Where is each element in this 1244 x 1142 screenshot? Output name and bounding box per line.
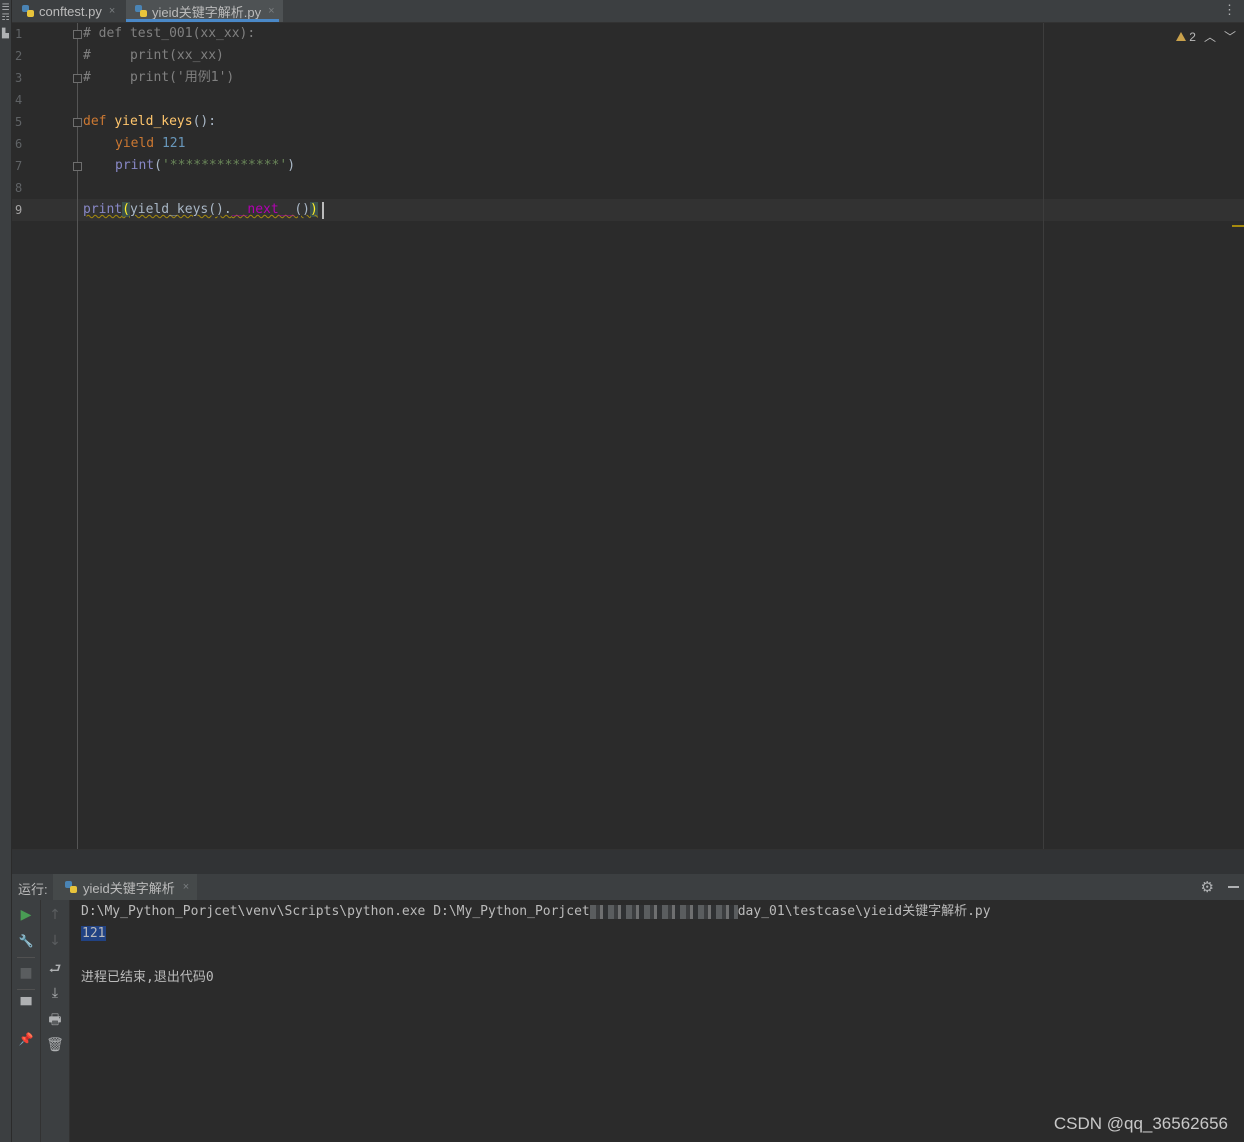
- redacted-path: [589, 904, 738, 919]
- warning-icon: [1176, 31, 1187, 41]
- line-number: 6: [15, 137, 23, 151]
- trash-icon[interactable]: 🗑: [41, 1037, 69, 1053]
- line-number-current: 9: [15, 203, 23, 217]
- run-toolbar-secondary: ↑ ↓ ⮐ ⤓ 🖶 🗑: [41, 900, 70, 1142]
- run-toolbar-primary: ▶ 🔧 ■ ▀ 📌: [12, 900, 41, 1142]
- line-number: 4: [15, 93, 23, 107]
- line-number: 3: [15, 71, 23, 85]
- code-line: # def test_001(xx_xx):: [83, 26, 256, 41]
- left-tool-strip: ☰ ☶ ▙: [0, 0, 12, 1142]
- fold-marker-icon[interactable]: [73, 30, 82, 39]
- number-literal: 121: [161, 136, 186, 151]
- more-tabs-icon[interactable]: ⋮: [1223, 2, 1236, 18]
- next-highlight-icon[interactable]: ﹀: [1224, 28, 1236, 45]
- code-line-current: print(yield_keys().__next__()): [83, 199, 318, 221]
- line-number: 7: [15, 159, 23, 173]
- down-arrow-icon[interactable]: ↓: [41, 933, 69, 949]
- pin-tab-icon[interactable]: 📌: [12, 1031, 40, 1047]
- active-tab-indicator: [126, 19, 279, 22]
- inspection-widget[interactable]: 2 ︿ ﹀: [1176, 28, 1236, 45]
- run-panel-title: 运行:: [18, 882, 48, 897]
- fold-marker-icon[interactable]: [73, 162, 82, 171]
- tab-conftest[interactable]: conftest.py ×: [22, 0, 115, 22]
- line-number: 8: [15, 181, 23, 195]
- code-text: yield_keys().: [129, 202, 232, 217]
- run-tab[interactable]: yieid关键字解析 ×: [53, 874, 198, 900]
- watermark: CSDN @qq_36562656: [1053, 1114, 1228, 1133]
- right-margin-guide: [1043, 23, 1044, 849]
- command-suffix: day_01\testcase\yieid关键字解析.py: [737, 904, 991, 919]
- tab-label: yieid关键字解析.py: [152, 4, 262, 20]
- code-line: def yield_keys():: [83, 111, 216, 133]
- warning-scroll-marker[interactable]: [1232, 225, 1244, 227]
- matched-paren: ): [310, 202, 318, 217]
- toolbar-divider: [17, 989, 35, 990]
- run-console[interactable]: [70, 900, 1244, 1142]
- text-caret: [322, 202, 324, 219]
- run-tab-label: yieid关键字解析: [83, 880, 175, 896]
- builtin-call: print: [115, 158, 155, 173]
- gutter-divider: [77, 23, 78, 849]
- line-number: 2: [15, 49, 23, 63]
- gear-icon[interactable]: ⚙: [1201, 878, 1214, 896]
- console-output-line: 121: [81, 923, 107, 945]
- rerun-icon[interactable]: ▶: [12, 907, 40, 923]
- stop-icon[interactable]: ■: [12, 965, 40, 981]
- magic-method: __next__: [231, 202, 295, 217]
- code-line: # print(xx_xx): [83, 48, 224, 63]
- code-editor[interactable]: [12, 23, 1244, 849]
- code-line: # print('用例1'): [83, 70, 235, 85]
- matched-paren: (: [122, 202, 130, 217]
- python-file-icon: [22, 5, 34, 17]
- keyword: def: [83, 114, 115, 129]
- console-exit-message: 进程已结束,退出代码0: [81, 970, 214, 985]
- console-command-line: D:\My_Python_Porjcet\venv\Scripts\python…: [81, 901, 991, 923]
- builtin-call: print: [83, 202, 123, 217]
- code-punct: (: [154, 158, 162, 173]
- line-number: 5: [15, 115, 23, 129]
- scroll-to-end-icon[interactable]: ⤓: [41, 985, 69, 1001]
- folder-icon[interactable]: ▙: [0, 30, 11, 39]
- output-value: 121: [81, 926, 107, 941]
- command-prefix: D:\My_Python_Porjcet\venv\Scripts\python…: [81, 904, 590, 919]
- close-tab-icon[interactable]: ×: [268, 5, 274, 17]
- bookmark-icon[interactable]: ☶: [0, 14, 11, 23]
- up-arrow-icon[interactable]: ↑: [41, 907, 69, 923]
- soft-wrap-icon[interactable]: ⮐: [41, 961, 69, 977]
- code-punct: ():: [192, 114, 217, 129]
- code-line: print('**************'): [115, 155, 295, 177]
- function-name: yield_keys: [114, 114, 193, 129]
- previous-highlight-icon[interactable]: ︿: [1204, 28, 1216, 45]
- toolbar-divider: [17, 957, 35, 958]
- code-line: yield 121: [115, 133, 185, 155]
- python-file-icon: [135, 5, 147, 17]
- close-tab-icon[interactable]: ×: [109, 5, 115, 17]
- close-run-tab-icon[interactable]: ×: [183, 881, 189, 893]
- line-number: 1: [15, 27, 23, 41]
- keyword: yield: [115, 136, 162, 151]
- fold-marker-icon[interactable]: [73, 74, 82, 83]
- minimize-icon[interactable]: [1228, 886, 1239, 888]
- wrench-icon[interactable]: 🔧: [12, 933, 40, 949]
- restore-layout-icon[interactable]: ▀: [12, 998, 40, 1014]
- warning-count[interactable]: 2: [1176, 30, 1196, 44]
- fold-marker-icon[interactable]: [73, 118, 82, 127]
- code-punct: (): [294, 202, 310, 217]
- panel-separator[interactable]: [12, 849, 1244, 874]
- string-literal: '**************': [161, 158, 288, 173]
- structure-icon[interactable]: ☰: [0, 4, 11, 13]
- run-panel-header: 运行: yieid关键字解析 × ⚙: [12, 874, 1244, 900]
- code-punct: ): [287, 158, 296, 173]
- print-icon[interactable]: 🖶: [41, 1012, 69, 1028]
- python-run-icon: [65, 881, 77, 893]
- tab-label: conftest.py: [39, 3, 102, 19]
